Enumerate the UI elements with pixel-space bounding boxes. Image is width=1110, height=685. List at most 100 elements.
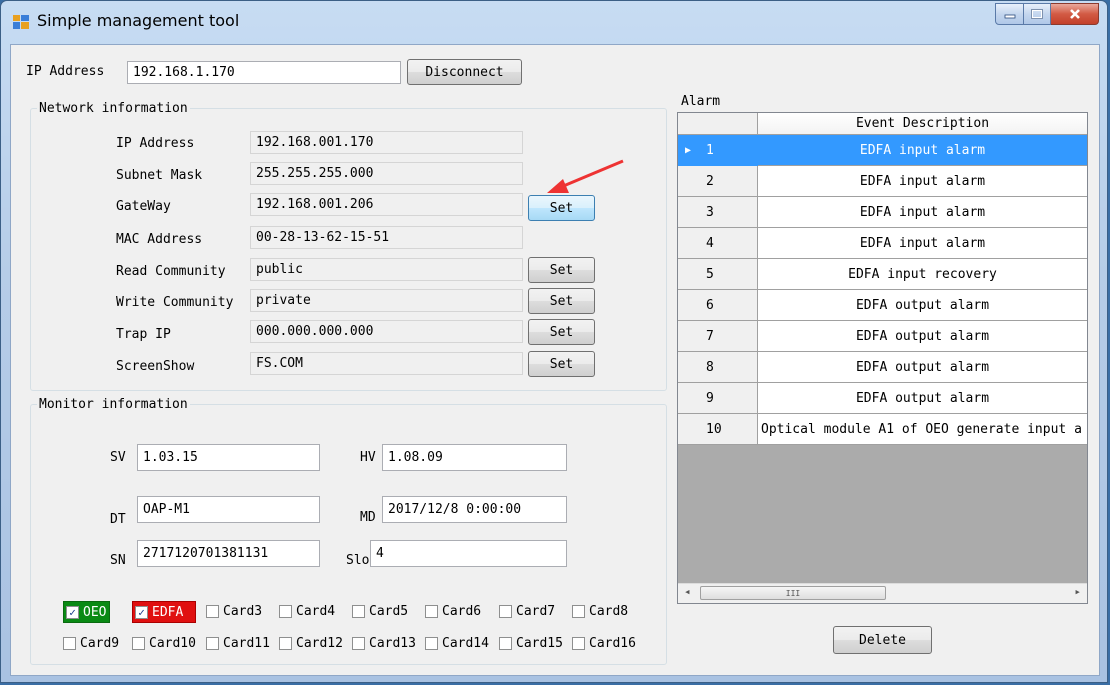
disconnect-button[interactable]: Disconnect — [407, 59, 522, 85]
checkbox-box[interactable] — [572, 604, 585, 618]
card-checkbox-oeo[interactable]: ✓ OEO — [63, 601, 111, 623]
checkbox-box[interactable] — [352, 636, 365, 650]
checkbox-box[interactable] — [572, 636, 585, 650]
checkbox-box[interactable] — [132, 636, 145, 650]
net-ip-field[interactable]: 192.168.001.170 — [250, 131, 523, 154]
card-checkbox-label: Card3 — [223, 603, 263, 619]
delete-button[interactable]: Delete — [833, 626, 932, 654]
alarm-row[interactable]: 10 Optical module A1 of OEO generate inpu… — [678, 414, 1087, 445]
trap-ip-field[interactable]: 000.000.000.000 — [250, 320, 523, 343]
card-checkbox-card3[interactable]: Card3 — [206, 601, 262, 621]
read-community-field[interactable]: public — [250, 258, 523, 281]
slot-field[interactable]: 4 — [370, 540, 567, 567]
event-description-cell[interactable]: EDFA output alarm — [758, 352, 1087, 383]
row-header[interactable]: 9 — [678, 383, 758, 414]
event-description-cell[interactable]: EDFA output alarm — [758, 383, 1087, 414]
card-checkbox-card6[interactable]: Card6 — [425, 601, 481, 621]
card-checkbox-card5[interactable]: Card5 — [352, 601, 408, 621]
card-checkbox-card15[interactable]: Card15 — [499, 633, 563, 653]
row-header[interactable]: 5 — [678, 259, 758, 290]
mac-address-field[interactable]: 00-28-13-62-15-51 — [250, 226, 523, 249]
row-header[interactable]: 3 — [678, 197, 758, 228]
scroll-right-icon[interactable]: ▸ — [1074, 585, 1081, 598]
alarm-grid[interactable]: Event Description ▶ 1 EDFA input alarm 2 EDF… — [677, 112, 1088, 604]
subnet-mask-field[interactable]: 255.255.255.000 — [250, 162, 523, 185]
ip-address-input[interactable]: 192.168.1.170 — [127, 61, 401, 84]
row-header[interactable]: 10 — [678, 414, 758, 445]
alarm-row[interactable]: ▶ 1 EDFA input alarm — [678, 135, 1087, 166]
event-description-cell[interactable]: EDFA output alarm — [758, 290, 1087, 321]
minimize-button[interactable] — [995, 3, 1024, 25]
minimize-icon — [1004, 14, 1015, 19]
row-header[interactable]: ▶ 1 — [678, 135, 758, 166]
card-checkbox-card10[interactable]: Card10 — [132, 633, 196, 653]
event-description-cell[interactable]: EDFA input alarm — [758, 197, 1087, 228]
screenshow-set-button[interactable]: Set — [528, 351, 595, 377]
checkmark-icon[interactable]: ✓ — [66, 605, 79, 619]
checkbox-box[interactable] — [499, 604, 512, 618]
event-description-cell[interactable]: EDFA input alarm — [758, 228, 1087, 259]
alarm-row[interactable]: 3 EDFA input alarm — [678, 197, 1087, 228]
card-checkbox-card14[interactable]: Card14 — [425, 633, 489, 653]
alarm-row[interactable]: 6 EDFA output alarm — [678, 290, 1087, 321]
row-number: 8 — [706, 360, 714, 375]
gateway-set-button[interactable]: Set — [528, 195, 595, 221]
alarm-row[interactable]: 4 EDFA input alarm — [678, 228, 1087, 259]
dt-field[interactable]: OAP-M1 — [137, 496, 320, 523]
write-community-field[interactable]: private — [250, 289, 523, 312]
alarm-row[interactable]: 2 EDFA input alarm — [678, 166, 1087, 197]
event-description-cell[interactable]: Optical module A1 of OEO generate input … — [758, 414, 1087, 445]
event-description-cell[interactable]: EDFA input alarm — [758, 166, 1087, 197]
event-description-cell[interactable]: EDFA input alarm — [758, 135, 1087, 166]
row-header[interactable]: 2 — [678, 166, 758, 197]
checkbox-box[interactable] — [499, 636, 512, 650]
card-checkbox-edfa[interactable]: ✓ EDFA — [132, 601, 197, 623]
event-description-cell[interactable]: EDFA output alarm — [758, 321, 1087, 352]
event-description-cell[interactable]: EDFA input recovery — [758, 259, 1087, 290]
maximize-button[interactable] — [1024, 3, 1051, 25]
checkbox-box[interactable] — [279, 604, 292, 618]
sn-field[interactable]: 2717120701381131 — [137, 540, 320, 567]
checkbox-box[interactable] — [279, 636, 292, 650]
row-header[interactable]: 7 — [678, 321, 758, 352]
title-bar[interactable]: Simple management tool — [1, 1, 1107, 43]
row-number: 6 — [706, 298, 714, 313]
checkmark-icon[interactable]: ✓ — [135, 605, 148, 619]
card-checkbox-card7[interactable]: Card7 — [499, 601, 555, 621]
md-field[interactable]: 2017/12/8 0:00:00 — [382, 496, 567, 523]
write-community-set-button[interactable]: Set — [528, 288, 595, 314]
event-description-header[interactable]: Event Description — [758, 113, 1087, 135]
scroll-thumb[interactable]: III — [700, 586, 886, 600]
scroll-left-icon[interactable]: ◂ — [684, 585, 691, 598]
sv-field[interactable]: 1.03.15 — [137, 444, 320, 471]
card-checkbox-card11[interactable]: Card11 — [206, 633, 270, 653]
alarm-row[interactable]: 9 EDFA output alarm — [678, 383, 1087, 414]
row-header[interactable]: 6 — [678, 290, 758, 321]
horizontal-scrollbar[interactable]: ◂ III ▸ — [678, 583, 1087, 603]
row-number: 9 — [706, 391, 714, 406]
checkbox-box[interactable] — [352, 604, 365, 618]
close-button[interactable] — [1051, 3, 1099, 25]
alarm-row[interactable]: 7 EDFA output alarm — [678, 321, 1087, 352]
checkbox-box[interactable] — [206, 604, 219, 618]
checkbox-box[interactable] — [63, 636, 76, 650]
checkbox-box[interactable] — [425, 604, 438, 618]
card-checkbox-card12[interactable]: Card12 — [279, 633, 343, 653]
card-checkbox-card8[interactable]: Card8 — [572, 601, 628, 621]
row-header-corner[interactable] — [678, 113, 758, 135]
card-checkbox-card4[interactable]: Card4 — [279, 601, 335, 621]
checkbox-box[interactable] — [206, 636, 219, 650]
row-header[interactable]: 8 — [678, 352, 758, 383]
alarm-row[interactable]: 5 EDFA input recovery — [678, 259, 1087, 290]
read-community-set-button[interactable]: Set — [528, 257, 595, 283]
trap-ip-set-button[interactable]: Set — [528, 319, 595, 345]
alarm-row[interactable]: 8 EDFA output alarm — [678, 352, 1087, 383]
row-header[interactable]: 4 — [678, 228, 758, 259]
gateway-field[interactable]: 192.168.001.206 — [250, 193, 523, 216]
checkbox-box[interactable] — [425, 636, 438, 650]
card-checkbox-card9[interactable]: Card9 — [63, 633, 119, 653]
screenshow-field[interactable]: FS.COM — [250, 352, 523, 375]
card-checkbox-card16[interactable]: Card16 — [572, 633, 636, 653]
hv-field[interactable]: 1.08.09 — [382, 444, 567, 471]
card-checkbox-card13[interactable]: Card13 — [352, 633, 416, 653]
